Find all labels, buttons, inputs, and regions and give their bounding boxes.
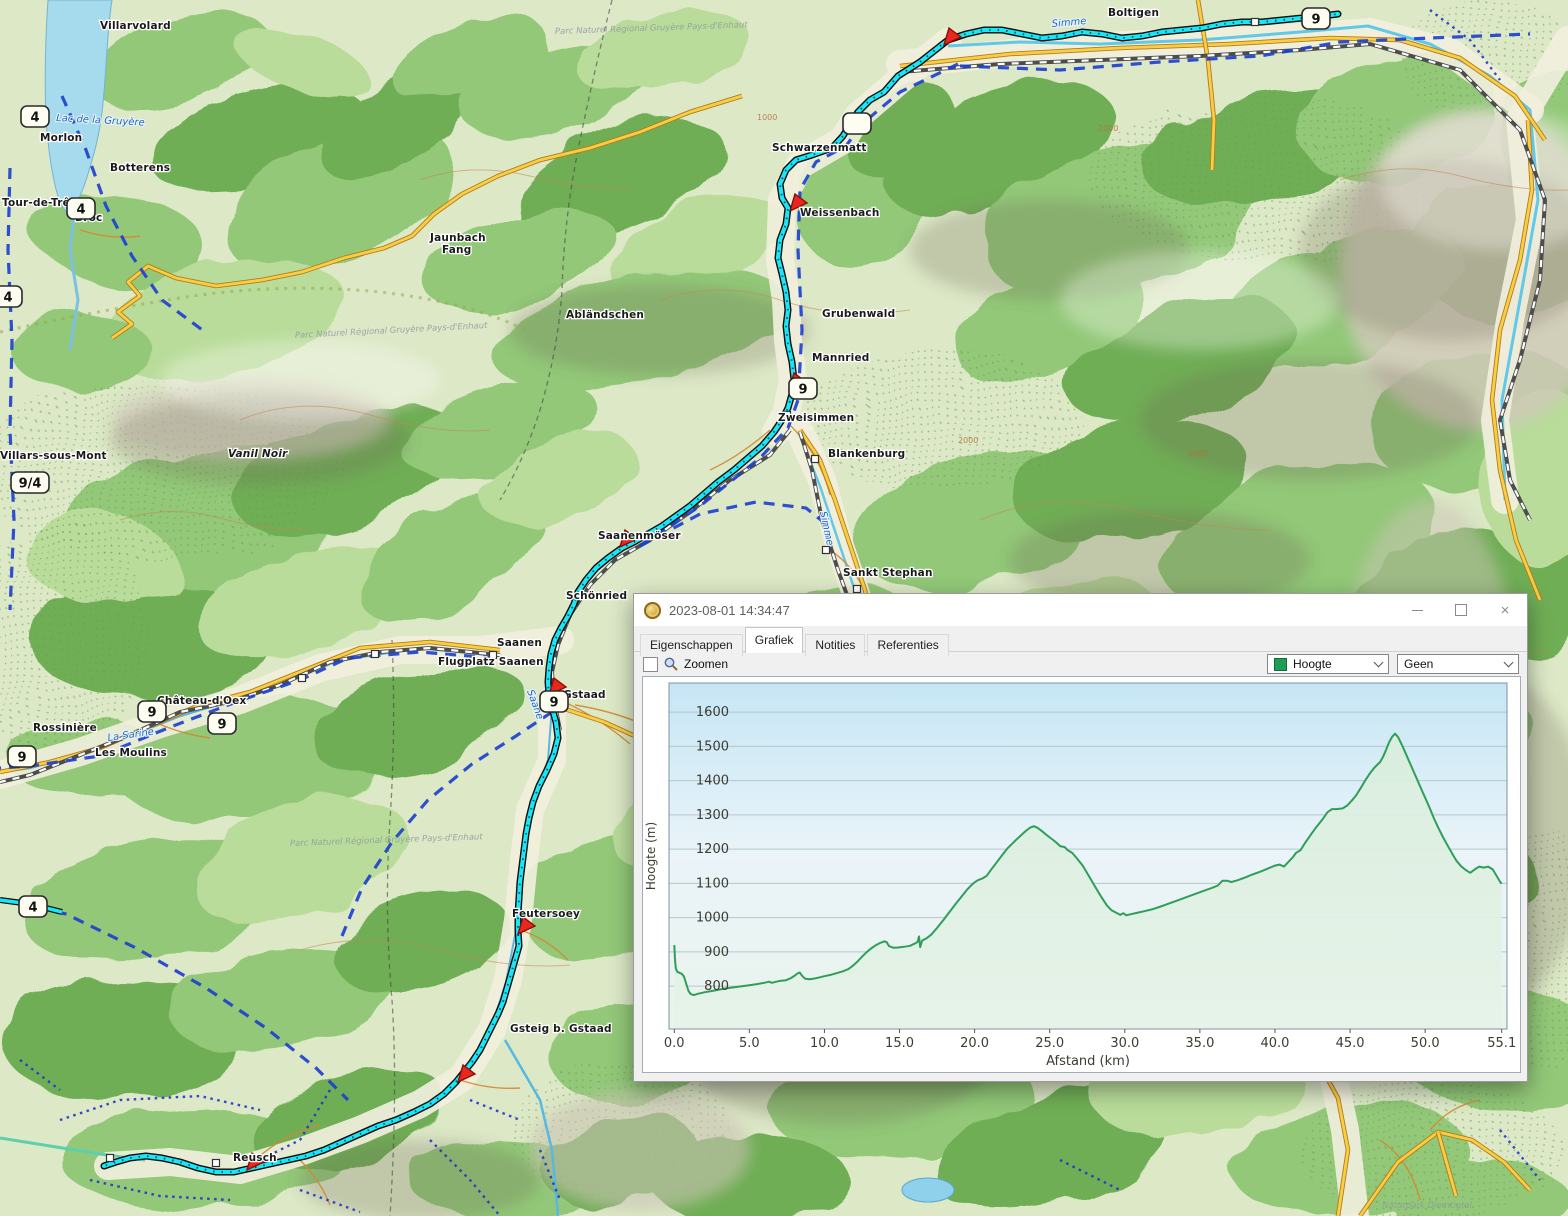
x-tick-label: 40.0: [1260, 1036, 1289, 1051]
town-label: Schönried: [566, 590, 627, 602]
town-label: Schwarzenmatt: [772, 142, 867, 154]
x-axis-title: Afstand (km): [1046, 1054, 1130, 1069]
y-tick-label: 1600: [696, 705, 729, 720]
road-shield-number: 9: [217, 718, 226, 733]
town-label: Abländschen: [566, 309, 644, 321]
x-tick-label: 30.0: [1110, 1036, 1139, 1051]
track-properties-window: 2023-08-01 14:34:47 × EigenschappenGrafi…: [633, 593, 1528, 1082]
town-label: Botterens: [110, 162, 170, 174]
town-label: Villarvolard: [100, 20, 171, 32]
waypoint-square[interactable]: [107, 1155, 114, 1162]
overlay-dropdown[interactable]: Geen: [1397, 654, 1519, 674]
town-label: Reusch: [233, 1152, 277, 1164]
road-shield-number: 4: [28, 901, 37, 916]
chevron-down-icon: [1504, 658, 1514, 668]
waypoint-square[interactable]: [823, 547, 830, 554]
tab-grafiek[interactable]: Grafiek: [745, 627, 804, 653]
town-label: Villars-sous-Mont: [0, 450, 107, 462]
y-tick-label: 1100: [696, 876, 729, 891]
town-label: Gstaad: [563, 689, 606, 701]
x-tick-label: 50.0: [1411, 1036, 1440, 1051]
contour-label: 2000: [1188, 449, 1208, 458]
contour-label: 2000: [1098, 124, 1118, 133]
town-label: Boltigen: [1108, 7, 1159, 19]
waypoint-square[interactable]: [372, 651, 379, 658]
zoom-checkbox-label: Zoomen: [684, 657, 728, 671]
map-application: Boltigen Schwarzenmatt Weissenbach Grubenwa…: [0, 0, 1568, 1216]
elevation-chart[interactable]: 800 900 1000 1100 1200 1300 1400 1500 1600 0.0 5.0…: [643, 677, 1520, 1072]
town-label: Jaunbach: [429, 232, 486, 244]
park-label: Naturpark Diemtigtal: [1382, 1201, 1473, 1211]
town-label: Château-d'Oex: [157, 695, 247, 707]
town-label: Gsteig b. Gstaad: [510, 1023, 612, 1035]
zoom-checkbox[interactable]: [643, 657, 658, 672]
close-button[interactable]: ×: [1483, 595, 1527, 625]
road-shield-number: 9: [17, 751, 26, 766]
x-tick-label: 20.0: [960, 1036, 989, 1051]
y-tick-label: 800: [704, 979, 729, 994]
x-tick-label: 45.0: [1336, 1036, 1365, 1051]
x-tick-label: 10.0: [810, 1036, 839, 1051]
y-tick-label: 1300: [696, 808, 729, 823]
town-label: Morlon: [40, 132, 82, 144]
window-title: 2023-08-01 14:34:47: [669, 603, 1395, 618]
elevation-chart-panel: 800 900 1000 1100 1200 1300 1400 1500 1600 0.0 5.0…: [642, 676, 1521, 1073]
town-label: Feutersoey: [512, 908, 580, 920]
town-label: Saanen: [497, 637, 542, 649]
road-shield-number: 4: [3, 291, 12, 306]
road-shield: [843, 113, 871, 134]
waypoint-square[interactable]: [213, 1160, 220, 1167]
road-shield-number: 4: [30, 111, 39, 126]
tab-bar: EigenschappenGrafiekNotitiesReferenties: [634, 626, 1527, 652]
chevron-down-icon: [1374, 658, 1384, 668]
maximize-button[interactable]: [1439, 595, 1483, 625]
waypoint-square[interactable]: [812, 456, 819, 463]
town-label: Fang: [442, 244, 471, 256]
series-dropdown[interactable]: Hoogte: [1267, 654, 1389, 674]
series-color-swatch: [1274, 658, 1287, 671]
contour-label: 2000: [958, 436, 978, 445]
town-label: Mannried: [812, 352, 870, 364]
town-label: Flugplatz Saanen: [438, 656, 544, 668]
x-tick-label: 0.0: [664, 1036, 685, 1051]
y-tick-label: 1200: [696, 842, 729, 857]
y-axis-title: Hoogte (m): [644, 822, 658, 890]
town-label: Blankenburg: [828, 448, 905, 460]
road-shield-number: 9: [549, 696, 558, 711]
road-shield-number: 9: [147, 706, 156, 721]
chart-toolbar: Zoomen Hoogte Geen: [634, 652, 1527, 676]
x-tick-label: 5.0: [739, 1036, 760, 1051]
track-icon: [644, 602, 661, 619]
waypoint-square[interactable]: [1252, 19, 1259, 26]
town-label: Sankt Stephan: [843, 567, 933, 579]
x-tick-label: 55.1: [1487, 1036, 1516, 1051]
road-shield-number: 9: [798, 383, 807, 398]
town-label: Grubenwald: [822, 308, 895, 320]
road-shield-number: 4: [76, 203, 85, 218]
road-shield-number: 9/4: [19, 477, 42, 492]
y-tick-label: 900: [704, 945, 729, 960]
x-tick-label: 35.0: [1185, 1036, 1214, 1051]
window-titlebar[interactable]: 2023-08-01 14:34:47 ×: [634, 594, 1527, 626]
overlay-dropdown-value: Geen: [1404, 657, 1433, 671]
y-tick-label: 1400: [696, 774, 729, 789]
town-label: Vanil Noir: [228, 448, 288, 460]
magnifier-icon: [663, 656, 679, 672]
x-tick-label: 15.0: [885, 1036, 914, 1051]
town-label: Rossinière: [33, 722, 97, 734]
road-shield-number: 9: [1311, 13, 1320, 28]
y-tick-label: 1000: [696, 911, 729, 926]
minimize-button[interactable]: [1395, 595, 1439, 625]
town-label: Les Moulins: [95, 747, 167, 759]
waypoint-square[interactable]: [299, 675, 306, 682]
waypoint-square[interactable]: [854, 586, 861, 593]
contour-label: 1000: [757, 113, 777, 122]
town-label: Weissenbach: [800, 207, 880, 219]
x-tick-label: 25.0: [1035, 1036, 1064, 1051]
town-label: Saanenmöser: [598, 530, 681, 542]
town-label: Zweisimmen: [778, 412, 854, 424]
y-tick-label: 1500: [696, 739, 729, 754]
series-dropdown-value: Hoogte: [1293, 657, 1332, 671]
